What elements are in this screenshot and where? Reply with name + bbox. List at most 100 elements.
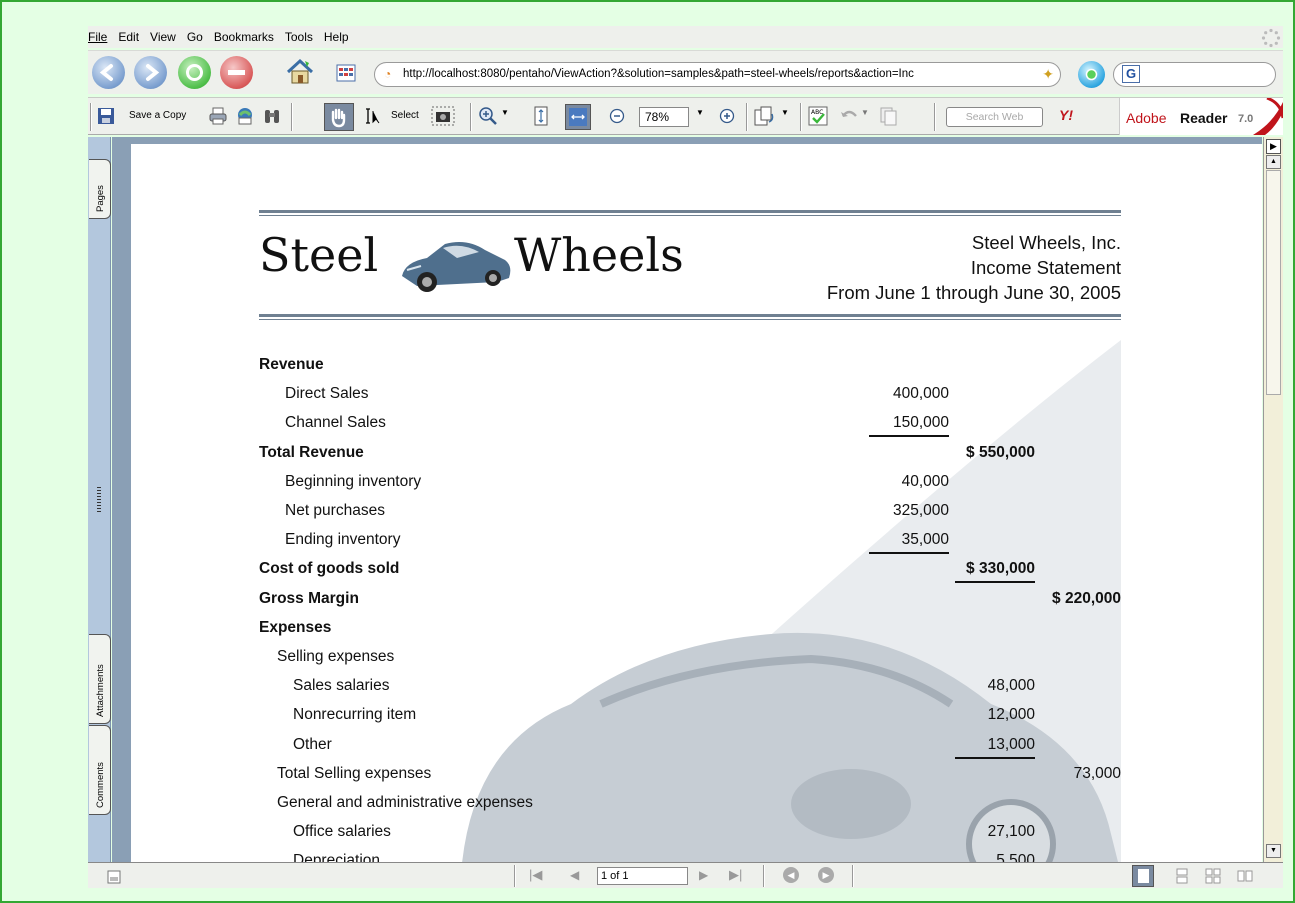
vertical-scrollbar[interactable]: ▶ ▲ ▼ <box>1263 137 1283 862</box>
search-binoculars-icon[interactable] <box>262 106 282 126</box>
scroll-down-button[interactable]: ▼ <box>1266 844 1281 858</box>
zoom-out-icon[interactable] <box>609 108 625 124</box>
statement-row: Beginning inventory 40,000 <box>131 473 1262 497</box>
page-options-icon[interactable] <box>107 870 121 884</box>
statement-row: Depreciation 5,500 <box>131 852 1262 862</box>
address-bar[interactable]: ◔ http://localhost:8080/pentaho/ViewActi… <box>374 62 1061 87</box>
continuous-facing-view-icon[interactable] <box>1237 868 1253 884</box>
copy-icon[interactable] <box>878 106 898 126</box>
undo-icon[interactable] <box>839 106 859 126</box>
fit-page-icon[interactable] <box>531 106 551 126</box>
menu-edit[interactable]: Edit <box>118 30 139 44</box>
statement-row: Nonrecurring item 12,000 <box>131 706 1262 730</box>
hand-tool-button[interactable] <box>324 103 354 131</box>
go-icon[interactable] <box>1078 61 1105 88</box>
reader-toolbar: Save a Copy Select ▼ 78% ▼ ▼ ABC ▼ Searc… <box>88 97 1283 135</box>
report-header-right: Steel Wheels, Inc. Income Statement From… <box>731 230 1121 305</box>
statement-row: Channel Sales 150,000 <box>131 414 1262 438</box>
search-web-input[interactable]: Search Web <box>946 107 1043 127</box>
row-value-c2: $ 550,000 <box>966 443 1035 461</box>
next-view-icon[interactable]: ▶ <box>818 867 834 883</box>
pdf-page: Steel Wheels Steel Wheels, Inc. Income S… <box>131 144 1262 862</box>
menu-bookmarks[interactable]: Bookmarks <box>214 30 274 44</box>
zoom-level-field[interactable]: 78% <box>639 107 689 127</box>
pane-resize-handle[interactable] <box>97 487 101 512</box>
zoom-in-dropdown-icon[interactable]: ▼ <box>501 108 509 117</box>
yahoo-icon[interactable]: Y! <box>1059 107 1073 123</box>
first-page-icon[interactable]: |◀ <box>529 867 542 883</box>
pane-toggle-icon[interactable]: ▶ <box>1266 139 1281 154</box>
row-label: Gross Margin <box>259 589 359 607</box>
logo-text-steel: Steel <box>259 228 379 282</box>
search-engine-field[interactable]: G <box>1113 62 1276 87</box>
print-icon[interactable] <box>208 106 228 126</box>
zoom-in-icon[interactable] <box>478 106 498 126</box>
row-value-c2: 12,000 <box>987 706 1035 724</box>
statement-row: General and administrative expenses <box>131 794 1262 818</box>
menu-help[interactable]: Help <box>324 30 349 44</box>
save-icon[interactable] <box>96 106 116 126</box>
tab-attachments[interactable]: Attachments <box>89 634 111 724</box>
bookmark-icon[interactable] <box>336 63 356 83</box>
undo-dropdown-icon[interactable]: ▼ <box>861 108 869 117</box>
snapshot-icon[interactable] <box>431 106 455 126</box>
menu-tools[interactable]: Tools <box>285 30 313 44</box>
header-rule-bottom <box>259 314 1121 320</box>
tab-pages[interactable]: Pages <box>89 159 111 219</box>
continuous-view-icon[interactable] <box>1174 868 1190 884</box>
back-icon[interactable] <box>92 56 125 89</box>
page-number-value: 1 of 1 <box>601 870 629 882</box>
row-value-c2: 48,000 <box>987 677 1035 695</box>
scroll-up-button[interactable]: ▲ <box>1266 155 1281 169</box>
menu-go[interactable]: Go <box>187 30 203 44</box>
adobe-brand: Adobe <box>1126 110 1167 126</box>
logo-text-wheels: Wheels <box>514 228 684 282</box>
menu-view[interactable]: View <box>150 30 176 44</box>
google-icon[interactable]: G <box>1122 65 1140 83</box>
select-button[interactable]: Select <box>391 110 419 121</box>
row-value-c2: $ 330,000 <box>955 560 1035 584</box>
fit-width-button[interactable] <box>565 104 591 130</box>
forward-icon[interactable] <box>134 56 167 89</box>
next-page-icon[interactable]: ▶ <box>699 868 708 882</box>
single-page-view-icon[interactable] <box>1132 865 1154 887</box>
zoom-dropdown-icon[interactable]: ▼ <box>696 108 704 117</box>
menu-bar: File Edit View Go Bookmarks Tools Help <box>88 26 1283 48</box>
row-value-c1: 400,000 <box>892 385 949 403</box>
previous-page-icon[interactable]: ◀ <box>570 868 579 882</box>
page-number-field[interactable]: 1 of 1 <box>597 867 688 885</box>
row-label: Channel Sales <box>285 414 386 432</box>
spellcheck-icon[interactable]: ABC <box>808 106 828 126</box>
select-text-icon[interactable] <box>364 106 386 126</box>
rotate-dropdown-icon[interactable]: ▼ <box>781 108 789 117</box>
logo-car-icon <box>402 242 511 292</box>
email-icon[interactable] <box>235 106 255 126</box>
stop-icon[interactable] <box>220 56 253 89</box>
statement-row: Total Revenue $ 550,000 <box>131 444 1262 468</box>
row-value-c1: 40,000 <box>901 472 949 490</box>
hand-tool-icon <box>331 108 346 128</box>
rss-icon[interactable]: ✦ <box>1042 63 1054 86</box>
scroll-thumb[interactable] <box>1266 170 1281 395</box>
home-icon[interactable] <box>285 57 315 87</box>
rotate-icon[interactable] <box>753 106 777 126</box>
zoom-plus-icon[interactable] <box>719 108 735 124</box>
statement-row: Revenue <box>131 356 1262 380</box>
statement-row: Selling expenses <box>131 648 1262 672</box>
statement-row: Direct Sales 400,000 <box>131 385 1262 409</box>
row-label: Selling expenses <box>277 648 395 665</box>
row-value-c1: 35,000 <box>869 531 949 555</box>
facing-view-icon[interactable] <box>1205 868 1221 884</box>
reload-icon[interactable] <box>178 56 211 89</box>
document-view[interactable]: Steel Wheels Steel Wheels, Inc. Income S… <box>112 137 1262 862</box>
row-label: Direct Sales <box>285 385 369 403</box>
reader-label: Reader <box>1180 110 1228 126</box>
statement-row: Other 13,000 <box>131 736 1262 760</box>
last-page-icon[interactable]: ▶| <box>729 867 742 883</box>
menu-file[interactable]: File <box>88 30 107 44</box>
row-value-c1: 150,000 <box>869 414 949 438</box>
previous-view-icon[interactable]: ◀ <box>783 867 799 883</box>
statement-row: Cost of goods sold $ 330,000 <box>131 560 1262 584</box>
tab-comments[interactable]: Comments <box>89 725 111 815</box>
save-copy-button[interactable]: Save a Copy <box>129 110 186 121</box>
